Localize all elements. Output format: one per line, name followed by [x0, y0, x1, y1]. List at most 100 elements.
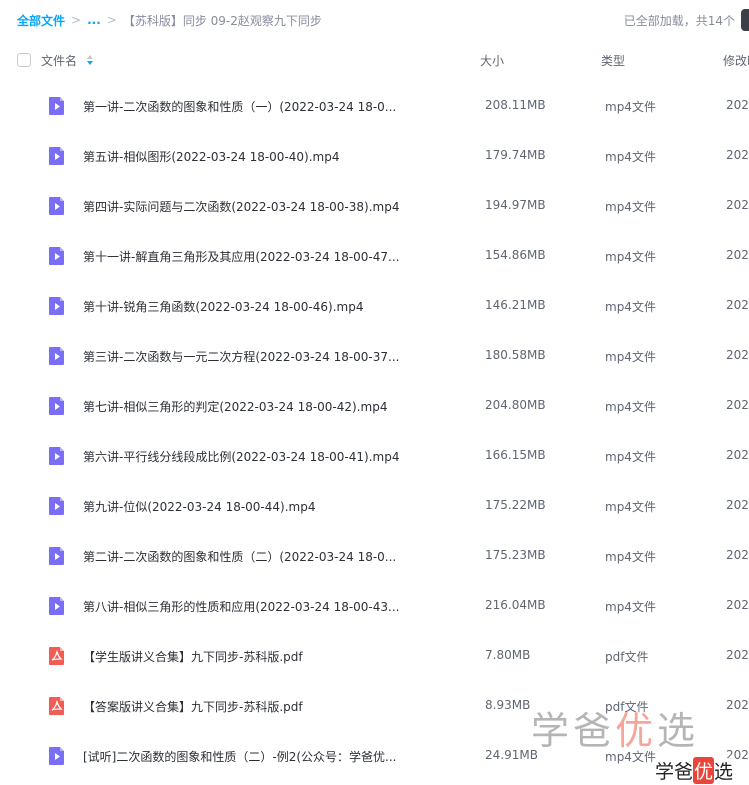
select-all-checkbox[interactable] [17, 53, 31, 67]
file-name[interactable]: 第三讲-二次函数与一元二次方程(2022-03-24 18-00-37... [83, 348, 463, 365]
file-modified: 2023 [726, 648, 749, 662]
file-modified: 2023 [726, 98, 749, 112]
file-type: pdf文件 [605, 650, 649, 664]
column-header-modified[interactable]: 修改时 [723, 52, 749, 69]
file-type: mp4文件 [605, 200, 656, 214]
file-name[interactable]: 第一讲-二次函数的图象和性质（一）(2022-03-24 18-0... [83, 98, 463, 115]
file-row[interactable]: 第三讲-二次函数与一元二次方程(2022-03-24 18-00-37... 18… [0, 331, 749, 381]
file-size: 7.80MB [485, 648, 531, 662]
pdf-file-icon [49, 647, 64, 665]
file-type: mp4文件 [605, 250, 656, 264]
file-name[interactable]: 第九讲-位似(2022-03-24 18-00-44).mp4 [83, 498, 463, 515]
video-file-icon [49, 597, 64, 615]
list-header: 文件名 大小 类型 修改时 [0, 44, 749, 76]
video-file-icon [49, 397, 64, 415]
file-modified: 2023 [726, 698, 749, 712]
file-size: 194.97MB [485, 198, 546, 212]
file-name[interactable]: 第六讲-平行线分线段成比例(2022-03-24 18-00-41).mp4 [83, 448, 463, 465]
file-browser: 全部文件 > ... > 【苏科版】同步 09-2赵观察九下同步 已全部加载，共… [0, 0, 749, 785]
file-row[interactable]: 第二讲-二次函数的图象和性质（二）(2022-03-24 18-0... 175.… [0, 531, 749, 581]
file-size: 24.91MB [485, 748, 538, 762]
video-file-icon [49, 747, 64, 765]
column-header-type[interactable]: 类型 [601, 52, 625, 69]
file-size: 208.11MB [485, 98, 546, 112]
load-status-text: 已全部加载，共14个 [623, 13, 735, 28]
file-row[interactable]: 第十讲-锐角三角函数(2022-03-24 18-00-46).mp4 146.2… [0, 281, 749, 331]
pdf-file-icon [49, 697, 64, 715]
breadcrumb-current-folder: 【苏科版】同步 09-2赵观察九下同步 [122, 13, 322, 28]
file-size: 154.86MB [485, 248, 546, 262]
column-header-name[interactable]: 文件名 [41, 52, 77, 69]
file-type: mp4文件 [605, 100, 656, 114]
watermark-text: 选 [714, 760, 734, 783]
file-name[interactable]: 第二讲-二次函数的图象和性质（二）(2022-03-24 18-0... [83, 548, 463, 565]
video-file-icon [49, 347, 64, 365]
file-size: 8.93MB [485, 698, 531, 712]
file-type: mp4文件 [605, 500, 656, 514]
video-file-icon [49, 197, 64, 215]
video-file-icon [49, 447, 64, 465]
file-modified: 2023 [726, 198, 749, 212]
file-type: mp4文件 [605, 400, 656, 414]
file-size: 175.22MB [485, 498, 546, 512]
file-size: 175.23MB [485, 548, 546, 562]
video-file-icon [49, 497, 64, 515]
file-modified: 2023 [726, 448, 749, 462]
file-type: mp4文件 [605, 350, 656, 364]
file-type: mp4文件 [605, 300, 656, 314]
column-header-size[interactable]: 大小 [480, 52, 504, 69]
file-modified: 2023 [726, 298, 749, 312]
file-modified: 2023 [726, 248, 749, 262]
file-size: 166.15MB [485, 448, 546, 462]
file-name[interactable]: 第十一讲-解直角三角形及其应用(2022-03-24 18-00-47... [83, 248, 463, 265]
file-row[interactable]: 第十一讲-解直角三角形及其应用(2022-03-24 18-00-47... 15… [0, 231, 749, 281]
watermark-badge: 学爸优选 [655, 756, 734, 784]
breadcrumb-root-link[interactable]: 全部文件 [17, 12, 65, 29]
watermark-logo: 学爸优选 [531, 700, 699, 755]
file-row[interactable]: 第八讲-相似三角形的性质和应用(2022-03-24 18-00-43... 21… [0, 581, 749, 631]
file-size: 204.80MB [485, 398, 546, 412]
file-size: 216.04MB [485, 598, 546, 612]
breadcrumb: 全部文件 > ... > 【苏科版】同步 09-2赵观察九下同步 [17, 10, 322, 30]
file-list: 第一讲-二次函数的图象和性质（一）(2022-03-24 18-0... 208.… [0, 81, 749, 781]
file-type: mp4文件 [605, 550, 656, 564]
file-name[interactable]: [试听]二次函数的图象和性质（二）-例2(公众号：学爸优... [83, 748, 463, 765]
file-row[interactable]: 第九讲-位似(2022-03-24 18-00-44).mp4 175.22MB m… [0, 481, 749, 531]
file-name[interactable]: 【答案版讲义合集】九下同步-苏科版.pdf [83, 698, 463, 715]
video-file-icon [49, 97, 64, 115]
file-name[interactable]: 第七讲-相似三角形的判定(2022-03-24 18-00-42).mp4 [83, 398, 463, 415]
file-modified: 2023 [726, 148, 749, 162]
file-name[interactable]: 第五讲-相似图形(2022-03-24 18-00-40).mp4 [83, 148, 463, 165]
video-file-icon [49, 297, 64, 315]
file-modified: 2023 [726, 548, 749, 562]
file-name[interactable]: 第四讲-实际问题与二次函数(2022-03-24 18-00-38).mp4 [83, 198, 463, 215]
file-modified: 2023 [726, 348, 749, 362]
file-name[interactable]: 第八讲-相似三角形的性质和应用(2022-03-24 18-00-43... [83, 598, 463, 615]
watermark-text: 学爸 [655, 760, 694, 783]
file-row[interactable]: 第七讲-相似三角形的判定(2022-03-24 18-00-42).mp4 204… [0, 381, 749, 431]
file-row[interactable]: 【学生版讲义合集】九下同步-苏科版.pdf 7.80MB pdf文件 2023 [0, 631, 749, 681]
file-row[interactable]: 第四讲-实际问题与二次函数(2022-03-24 18-00-38).mp4 19… [0, 181, 749, 231]
watermark-highlight: 优 [693, 756, 715, 784]
toolbar-button-edge[interactable] [741, 9, 749, 31]
watermark-highlight: 优 [615, 709, 658, 753]
file-row[interactable]: 第一讲-二次函数的图象和性质（一）(2022-03-24 18-0... 208.… [0, 81, 749, 131]
video-file-icon [49, 147, 64, 165]
file-modified: 2023 [726, 398, 749, 412]
file-type: mp4文件 [605, 450, 656, 464]
file-type: mp4文件 [605, 600, 656, 614]
file-name[interactable]: 【学生版讲义合集】九下同步-苏科版.pdf [83, 648, 463, 665]
file-size: 179.74MB [485, 148, 546, 162]
file-size: 146.21MB [485, 298, 546, 312]
file-row[interactable]: 第五讲-相似图形(2022-03-24 18-00-40).mp4 179.74M… [0, 131, 749, 181]
file-name[interactable]: 第十讲-锐角三角函数(2022-03-24 18-00-46).mp4 [83, 298, 463, 315]
chevron-right-icon: > [71, 13, 82, 27]
watermark-text: 学爸 [531, 709, 616, 753]
video-file-icon [49, 247, 64, 265]
breadcrumb-ellipsis-link[interactable]: ... [87, 13, 101, 27]
watermark-text: 选 [657, 709, 700, 753]
file-row[interactable]: 第六讲-平行线分线段成比例(2022-03-24 18-00-41).mp4 16… [0, 431, 749, 481]
sort-icon[interactable] [86, 53, 94, 67]
video-file-icon [49, 547, 64, 565]
file-modified: 2023 [726, 598, 749, 612]
